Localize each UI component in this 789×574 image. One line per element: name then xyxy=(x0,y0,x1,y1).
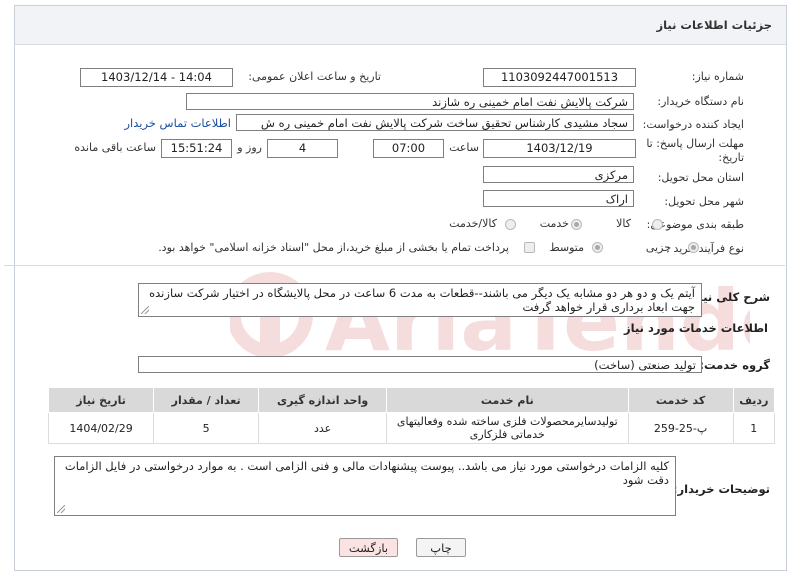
resize-grip-icon[interactable] xyxy=(57,505,65,513)
divider xyxy=(4,265,785,266)
category-option-service: خدمت xyxy=(539,217,569,230)
cell-row-number: 1 xyxy=(732,412,776,444)
process-radio-minor[interactable] xyxy=(688,242,699,253)
buyer-notes-textarea[interactable]: کلیه الزامات درخواستی مورد نیاز می باشد.… xyxy=(54,456,676,516)
deadline-date-label: تاریخ: xyxy=(718,151,744,164)
back-button[interactable]: بازگشت xyxy=(339,538,398,557)
province-label: استان محل تحویل: xyxy=(657,171,744,184)
deadline-time-label: ساعت xyxy=(449,141,479,154)
buyer-contact-link[interactable]: اطلاعات تماس خریدار xyxy=(124,116,231,130)
deadline-time-field[interactable]: 07:00 xyxy=(373,139,444,158)
buyer-label: نام دستگاه خریدار: xyxy=(657,95,744,108)
services-section-title: اطلاعات خدمات مورد نیاز xyxy=(624,321,768,335)
category-option-goods: کالا xyxy=(616,217,631,230)
remaining-time-field[interactable]: 15:51:24 xyxy=(161,139,232,158)
deadline-label: مهلت ارسال پاسخ: تا xyxy=(646,137,744,150)
col-header-service-code: کد خدمت xyxy=(627,387,734,413)
panel-header: جزئیات اطلاعات نیاز xyxy=(15,6,786,45)
announce-date-label: تاریخ و ساعت اعلان عمومی: xyxy=(248,70,381,83)
cell-quantity: 5 xyxy=(153,412,260,444)
category-radio-goods-service[interactable] xyxy=(505,219,516,230)
service-group-field[interactable]: تولید صنعتی (ساخت) xyxy=(138,356,702,373)
col-header-service-name: نام خدمت xyxy=(386,387,629,413)
process-radio-medium[interactable] xyxy=(592,242,603,253)
city-field[interactable]: اراک xyxy=(483,190,634,207)
days-label: روز و xyxy=(237,141,262,154)
category-option-goods-service: کالا/خدمت xyxy=(449,217,497,230)
treasury-payment-note: پرداخت تمام یا بخشی از مبلغ خرید،از محل … xyxy=(158,241,509,254)
city-label: شهر محل تحویل: xyxy=(664,195,744,208)
col-header-row-number: ردیف xyxy=(732,387,776,413)
cell-service-code: پ-25-259 xyxy=(627,412,734,444)
services-table: ردیف کد خدمت نام خدمت واحد اندازه گیری ت… xyxy=(47,387,776,444)
days-remaining-field[interactable]: 4 xyxy=(267,139,338,158)
province-field[interactable]: مرکزی xyxy=(483,166,634,183)
table-row: 1 پ-25-259 تولیدسایرمحصولات فلزی ساخته ش… xyxy=(47,412,776,444)
creator-field[interactable]: سجاد مشیدی کارشناس تحقیق ساخت شرکت پالای… xyxy=(236,114,634,131)
buyer-notes-text: کلیه الزامات درخواستی مورد نیاز می باشد.… xyxy=(64,459,669,487)
cell-need-date: 1404/02/29 xyxy=(47,412,155,444)
process-option-minor: جزیی xyxy=(645,241,671,254)
service-group-label: گروه خدمت: xyxy=(699,358,770,372)
category-radio-goods[interactable] xyxy=(652,219,663,230)
treasury-payment-checkbox[interactable] xyxy=(524,242,535,253)
table-header-row: ردیف کد خدمت نام خدمت واحد اندازه گیری ت… xyxy=(47,387,776,413)
col-header-need-date: تاریخ نیاز xyxy=(47,387,155,413)
remaining-time-label: ساعت باقی مانده xyxy=(74,141,156,154)
cell-service-name: تولیدسایرمحصولات فلزی ساخته شده وفعالیته… xyxy=(386,412,629,444)
summary-textarea[interactable]: آیتم یک و دو هر دو مشابه یک دیگر می باشن… xyxy=(138,283,702,317)
announce-date-field[interactable]: 1403/12/14 - 14:04 xyxy=(80,68,233,87)
category-radio-service[interactable] xyxy=(571,219,582,230)
page-title: جزئیات اطلاعات نیاز xyxy=(656,18,772,32)
deadline-date-field[interactable]: 1403/12/19 xyxy=(483,139,636,158)
process-type-label: نوع فرآیند خرید : xyxy=(666,242,744,255)
buyer-field[interactable]: شرکت پالایش نفت امام خمینی ره شازند xyxy=(186,93,634,110)
cell-unit: عدد xyxy=(258,412,387,444)
summary-text: آیتم یک و دو هر دو مشابه یک دیگر می باشن… xyxy=(149,286,695,314)
need-number-label: شماره نیاز: xyxy=(691,70,744,83)
col-header-unit: واحد اندازه گیری xyxy=(258,387,387,413)
col-header-quantity: تعداد / مقدار xyxy=(153,387,260,413)
buyer-notes-label: توضیحات خریدار: xyxy=(672,482,770,496)
creator-label: ایجاد کننده درخواست: xyxy=(642,118,744,131)
print-button[interactable]: چاپ xyxy=(416,538,466,557)
process-option-medium: متوسط xyxy=(549,241,584,254)
need-number-field[interactable]: 1103092447001513 xyxy=(483,68,636,87)
resize-grip-icon[interactable] xyxy=(141,306,149,314)
